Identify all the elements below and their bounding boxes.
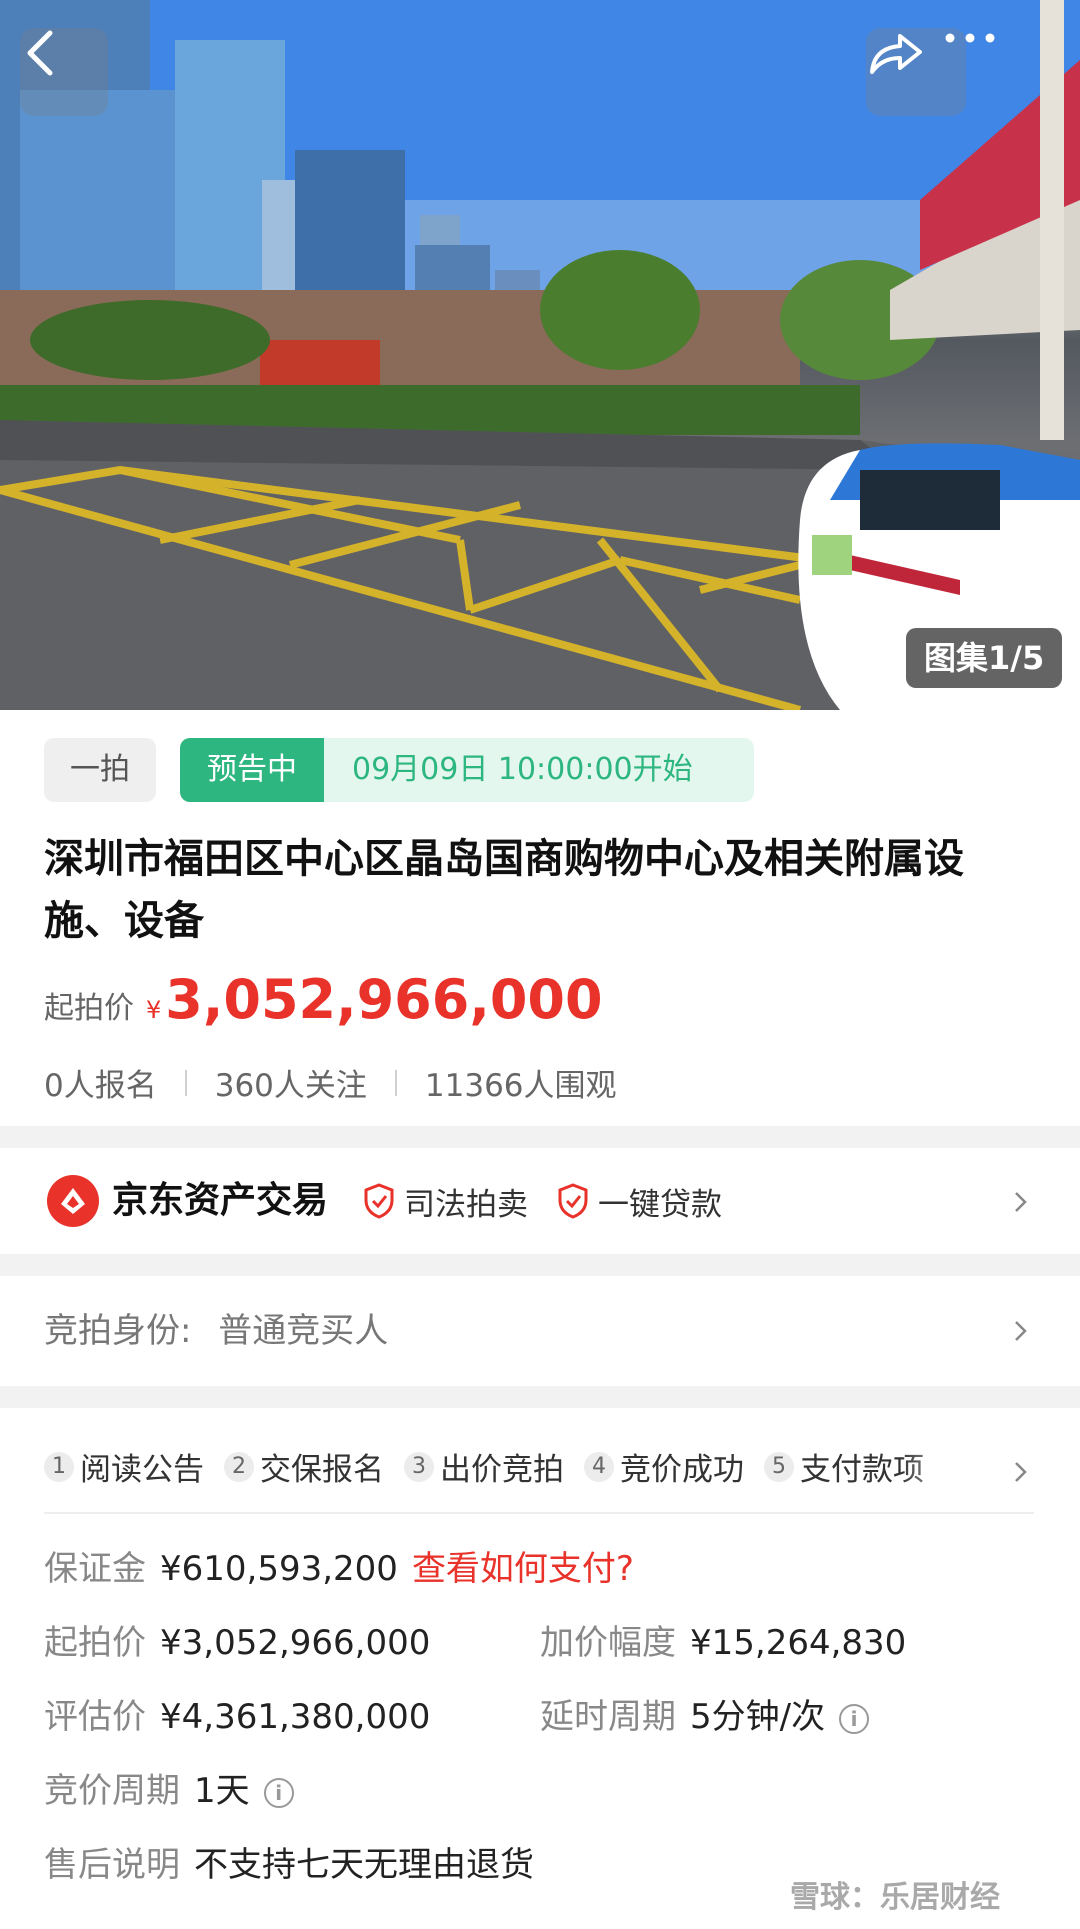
more-button[interactable]	[940, 28, 1040, 116]
process-steps[interactable]: 1 阅读公告 2 交保报名 3 出价竞拍 4 竞价成功 5 支付款项	[44, 1444, 944, 1489]
source-watermark: 雪球：乐居财经	[790, 1880, 1000, 1915]
info-icon[interactable]: i	[263, 1777, 294, 1808]
auction-round-tag: 一拍	[44, 738, 156, 802]
chevron-left-icon	[27, 30, 53, 76]
stat-viewers: 11366人围观	[424, 1068, 617, 1104]
badge-label: 司法拍卖	[404, 1186, 528, 1223]
auction-status-tag: 预告中	[180, 738, 324, 802]
auction-start-time: 09月09日 10:00:00开始	[324, 738, 754, 802]
start-price-value: ¥3,052,966,000	[160, 1623, 431, 1663]
step-number: 2	[224, 1451, 254, 1482]
chevron-right-icon	[1015, 1321, 1027, 1341]
price-value: 3,052,966,000	[165, 968, 603, 1031]
hero-photo[interactable]: 图集1/5	[0, 0, 1080, 710]
auction-stats: 0人报名 360人关注 11366人围观	[44, 1060, 617, 1105]
price-currency: ¥	[146, 996, 162, 1024]
starting-price-row: 起拍价 ¥ 3,052,966,000	[44, 968, 603, 1038]
deposit-row: 保证金 ¥610,593,200 查看如何支付?	[44, 1544, 634, 1594]
auction-summary-card: 一拍 预告中 09月09日 10:00:00开始 深圳市福田区中心区晶岛国商购物…	[0, 710, 1080, 1126]
chevron-right-icon	[1015, 1192, 1027, 1212]
step-item: 3 出价竞拍	[404, 1444, 564, 1489]
increment-value: ¥15,264,830	[690, 1623, 907, 1663]
deposit-label: 保证金	[44, 1549, 146, 1589]
price-label: 起拍价	[44, 991, 134, 1026]
platform-name: 京东资产交易	[112, 1180, 329, 1221]
gallery-counter-badge[interactable]: 图集1/5	[906, 628, 1063, 688]
share-icon	[870, 34, 922, 74]
bidding-cycle-label: 竞价周期	[44, 1771, 180, 1811]
increment-row: 加价幅度 ¥15,264,830	[540, 1618, 906, 1668]
step-number: 1	[44, 1451, 74, 1482]
step-label: 竞价成功	[620, 1452, 744, 1488]
more-icon	[945, 33, 995, 43]
badge-judicial-auction: 司法拍卖	[362, 1176, 528, 1226]
step-number: 3	[404, 1451, 434, 1482]
delay-value: 5分钟/次	[690, 1697, 826, 1737]
bidder-identity-row[interactable]: 竞拍身份: 普通竞买人	[0, 1276, 1080, 1386]
aftersale-value: 不支持七天无理由退货	[194, 1845, 534, 1885]
appraisal-row: 评估价 ¥4,361,380,000	[44, 1692, 430, 1742]
bidding-cycle-row: 竞价周期 1天 i	[44, 1766, 294, 1816]
start-price-label: 起拍价	[44, 1623, 146, 1663]
start-price-row: 起拍价 ¥3,052,966,000	[44, 1618, 430, 1668]
step-item: 1 阅读公告	[44, 1444, 204, 1489]
increment-label: 加价幅度	[540, 1623, 676, 1663]
back-button[interactable]	[20, 28, 108, 116]
platform-row[interactable]: 京东资产交易 司法拍卖 一键贷款	[0, 1148, 1080, 1254]
step-number: 5	[764, 1451, 794, 1482]
info-icon[interactable]: i	[839, 1703, 870, 1734]
shield-check-icon	[558, 1183, 588, 1219]
shield-check-icon	[364, 1183, 394, 1219]
auction-title: 深圳市福田区中心区晶岛国商购物中心及相关附属设施、设备	[44, 836, 964, 944]
delay-row: 延时周期 5分钟/次 i	[540, 1692, 870, 1742]
step-label: 出价竞拍	[440, 1452, 564, 1488]
auction-details-card: 1 阅读公告 2 交保报名 3 出价竞拍 4 竞价成功 5 支付款项 保证金 ¥610,59…	[0, 1408, 1080, 1929]
delay-label: 延时周期	[540, 1697, 676, 1737]
how-to-pay-link[interactable]: 查看如何支付?	[412, 1549, 634, 1589]
divider	[44, 1512, 1034, 1514]
bidder-identity-label: 竞拍身份:	[44, 1311, 192, 1351]
stat-divider	[184, 1069, 187, 1096]
aftersale-label: 售后说明	[44, 1845, 180, 1885]
stat-followers: 360人关注	[214, 1068, 367, 1104]
steps-fade-overlay	[900, 1428, 980, 1498]
chevron-right-icon[interactable]	[1008, 1460, 1032, 1484]
step-label: 交保报名	[260, 1452, 384, 1488]
stat-registered: 0人报名	[44, 1068, 157, 1104]
step-item: 4 竞价成功	[584, 1444, 744, 1489]
bidder-identity-value: 普通竞买人	[218, 1311, 389, 1351]
appraisal-label: 评估价	[44, 1697, 146, 1737]
appraisal-value: ¥4,361,380,000	[160, 1697, 431, 1737]
stat-divider	[394, 1069, 397, 1096]
jd-asset-logo-icon	[47, 1175, 99, 1227]
step-number: 4	[584, 1451, 614, 1482]
aftersale-row: 售后说明 不支持七天无理由退货	[44, 1840, 534, 1890]
step-label: 阅读公告	[80, 1452, 204, 1488]
deposit-value: ¥610,593,200	[160, 1549, 398, 1589]
bidder-identity: 竞拍身份: 普通竞买人	[44, 1306, 388, 1356]
badge-label: 一键贷款	[598, 1186, 722, 1223]
step-item: 2 交保报名	[224, 1444, 384, 1489]
badge-one-click-loan: 一键贷款	[556, 1176, 722, 1226]
bidding-cycle-value: 1天	[194, 1771, 250, 1811]
